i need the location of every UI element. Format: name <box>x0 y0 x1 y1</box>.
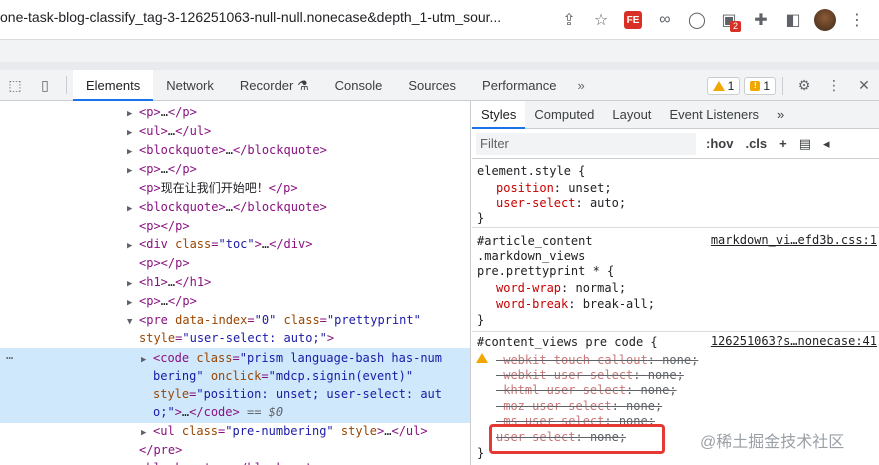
flask-icon: ⚗ <box>296 77 309 93</box>
device-toolbar-icon[interactable]: ▯ <box>30 70 60 100</box>
tree-node[interactable]: <p>现在让我们开始吧！</p> <box>139 179 298 197</box>
tab-network[interactable]: Network <box>153 70 227 101</box>
tree-node-pre[interactable]: ▼ <pre data-index="0" class="prettyprint" <box>127 311 421 329</box>
style-property[interactable]: user-select: auto; <box>496 195 626 211</box>
warnings-counter[interactable]: 1 <box>706 76 741 95</box>
tree-node-code-cont: bering" onclick="mdcp.signin(event)" <box>153 369 414 383</box>
rule-selector: #content_views pre code { <box>477 335 658 349</box>
tab-recorder[interactable]: Recorder ⚗ <box>227 70 322 101</box>
menu-kebab-icon[interactable]: ⋮ <box>841 8 873 32</box>
divider <box>782 76 783 95</box>
tab-layout[interactable]: Layout <box>603 101 660 129</box>
rule-close-brace: } <box>477 446 485 460</box>
annotation-highlight-box <box>489 424 665 454</box>
hover-state-toggle[interactable]: :hov <box>706 136 733 151</box>
tab-console[interactable]: Console <box>322 70 396 101</box>
elements-tree: … ▶ <p>…</p> ▶ <ul>…</ul> ▶ <blockquote>…</… <box>0 101 471 465</box>
more-subtabs-icon[interactable]: » <box>768 101 793 129</box>
badge-extension-icon[interactable]: ▣ 2 <box>713 8 745 32</box>
watermark: @稀土掘金技术社区 <box>700 434 845 451</box>
tab-computed[interactable]: Computed <box>525 101 603 129</box>
tree-node[interactable]: ▶<blockquote>…</blockquote> <box>127 459 327 465</box>
tree-node[interactable]: ▶<blockquote>…</blockquote> <box>127 198 327 216</box>
profile-avatar[interactable] <box>809 8 841 32</box>
class-toggle[interactable]: .cls <box>745 136 767 151</box>
browser-toolbar: one-task-blog-classify_tag-3-126251063-n… <box>0 0 879 40</box>
style-property[interactable]: position: unset; <box>496 180 612 196</box>
rule-selector: #article_content <box>477 234 593 248</box>
warning-icon <box>712 80 725 91</box>
style-property-overridden[interactable]: -webkit-touch-callout: none; <box>496 352 698 368</box>
add-rule-icon[interactable]: + <box>779 136 787 151</box>
tree-node[interactable]: ▶ <h1>…</h1> <box>127 273 211 291</box>
tab-performance[interactable]: Performance <box>469 70 569 101</box>
tree-node-pre-cont: style="user-select: auto;"> <box>139 331 335 345</box>
tree-node-code-cont: o;">…</code> == $0 <box>153 405 284 419</box>
tree-node[interactable]: ▶ <ul>…</ul> <box>127 122 211 140</box>
link-extension-icon[interactable]: ∞ <box>649 8 681 32</box>
tab-sources[interactable]: Sources <box>395 70 469 101</box>
style-property[interactable]: word-wrap: normal; <box>496 280 626 296</box>
sidebar-icon[interactable]: ◧ <box>777 8 809 32</box>
tab-event-listeners[interactable]: Event Listeners <box>660 101 768 129</box>
style-property[interactable]: word-break: break-all; <box>496 296 655 312</box>
address-bar[interactable]: one-task-blog-classify_tag-3-126251063-n… <box>0 9 548 31</box>
more-tabs-icon[interactable]: » <box>569 78 592 93</box>
tree-node-code-selected[interactable]: ▶ <code class="prism language-bash has-nu… <box>141 349 442 367</box>
tree-node[interactable]: ▶ <p>…</p> <box>127 292 197 310</box>
tree-node[interactable]: ▶<blockquote>…</blockquote> <box>127 141 327 159</box>
rule-close-brace: } <box>477 211 485 225</box>
style-property-overridden[interactable]: -moz-user-select: none; <box>496 398 662 414</box>
toggle-sidebar-icon[interactable]: ◂ <box>823 136 830 152</box>
paint-icon[interactable]: ▤ <box>799 136 811 152</box>
fe-extension-icon[interactable]: FE <box>617 8 649 32</box>
warning-icon <box>476 353 488 363</box>
divider <box>66 76 67 94</box>
tree-node[interactable]: ▶ <p>…</p> <box>127 160 197 178</box>
tree-node[interactable]: ▶ <p>…</p> <box>127 103 197 121</box>
devtools-toolbar: ⬚ ▯ Elements Network Recorder ⚗ Console … <box>0 69 879 101</box>
puzzle-extensions-icon[interactable]: ✚ <box>745 8 777 32</box>
tree-node-code-cont: style="position: unset; user-select: aut <box>153 387 442 401</box>
bookmark-star-icon[interactable]: ☆ <box>585 8 617 32</box>
inspect-element-icon[interactable]: ⬚ <box>0 70 30 100</box>
rule-selector: element.style { <box>477 164 586 178</box>
settings-gear-icon[interactable]: ⚙ <box>789 71 819 101</box>
rule-selector: pre.prettyprint * { <box>477 264 615 278</box>
rule-source-link[interactable]: markdown_vi…efd3b.css:1 <box>711 233 877 247</box>
styles-filter-input[interactable]: Filter <box>476 132 696 155</box>
tab-elements[interactable]: Elements <box>73 69 154 101</box>
style-property-overridden[interactable]: -khtml-user-select: none; <box>496 382 677 398</box>
issues-counter[interactable]: ! 1 <box>744 76 776 95</box>
share-icon[interactable]: ⇪ <box>553 8 585 32</box>
tree-node[interactable]: ▶ <ul class="pre-numbering" style>…</ul> <box>141 422 428 440</box>
rule-source-link[interactable]: 126251063?s…nonecase:41 <box>711 334 877 348</box>
styles-pane: Styles Computed Layout Event Listeners »… <box>472 101 879 465</box>
tree-node[interactable]: <p></p> <box>139 217 190 235</box>
node-actions-ellipsis[interactable]: … <box>6 348 13 362</box>
style-property-overridden[interactable]: -webkit-user-select: none; <box>496 367 684 383</box>
rule-close-brace: } <box>477 313 485 327</box>
issue-icon: ! <box>750 80 761 91</box>
tree-node[interactable]: <p></p> <box>139 254 190 272</box>
tab-styles[interactable]: Styles <box>472 101 526 129</box>
devtools-menu-icon[interactable]: ⋮ <box>819 71 849 101</box>
color-extension-icon[interactable]: ◯ <box>681 8 713 32</box>
close-icon[interactable]: ✕ <box>849 71 879 101</box>
tree-node[interactable]: ▶ <div class="toc">…</div> <box>127 235 312 253</box>
tree-node[interactable]: </pre> <box>139 441 182 459</box>
rule-selector: .markdown_views <box>477 249 586 263</box>
